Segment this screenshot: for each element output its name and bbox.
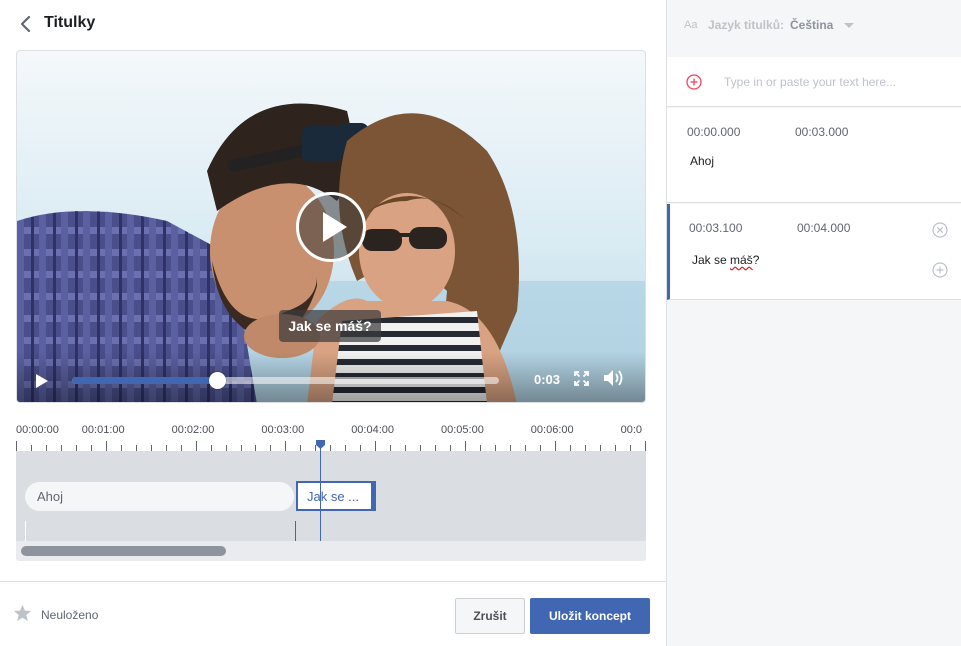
cue-end-time[interactable]: 00:03.000 — [795, 125, 848, 139]
timeline-tick — [106, 441, 107, 451]
volume-icon[interactable] — [603, 369, 625, 387]
cue-text-part: Jak se — [692, 253, 731, 267]
timeline-track[interactable]: Ahoj Jak se ... — [16, 451, 646, 561]
editor-panel: Titulky Jak se máš? 0:03 00:00:00 00:01:… — [0, 0, 666, 646]
timeline-tick — [645, 441, 646, 451]
playhead[interactable] — [320, 442, 321, 541]
caption-entry[interactable]: 00:00.000 00:03.000 Ahoj — [667, 108, 961, 203]
subtitle-preview: Jak se máš? — [279, 310, 381, 342]
page-title: Titulky — [44, 14, 96, 31]
scrollbar-thumb[interactable] — [21, 546, 226, 556]
timeline-scrollbar[interactable] — [16, 541, 646, 561]
video-player[interactable]: Jak se máš? 0:03 — [16, 50, 646, 403]
font-size-icon: Aa — [684, 19, 698, 31]
save-draft-button[interactable]: Uložit koncept — [530, 598, 650, 634]
play-icon[interactable] — [35, 374, 49, 388]
timeline-ruler[interactable]: 00:00:00 00:01:00 00:02:00 00:03:00 00:04:00… — [16, 411, 646, 451]
timeline-tick-label: 00:06:00 — [530, 424, 574, 436]
cue-text[interactable]: Jak se máš? — [692, 253, 759, 267]
add-circle-icon[interactable] — [686, 74, 702, 90]
timeline-tick — [465, 441, 466, 451]
footer: Neuloženo Zrušit Uložit koncept — [0, 581, 666, 646]
cue-text-part: ? — [752, 253, 760, 267]
remove-circle-icon[interactable] — [932, 222, 948, 238]
subtitle-editor: Titulky Jak se máš? 0:03 00:00:00 00:01:… — [0, 0, 961, 646]
cue-start-time[interactable]: 00:00.000 — [687, 125, 740, 139]
captions-sidebar: Aa Jazyk titulků: Čeština 00:00.000 00:0… — [666, 0, 961, 646]
cancel-button[interactable]: Zrušit — [455, 598, 525, 634]
caption-entry-selected[interactable]: 00:03.100 00:04.000 Jak se máš? — [667, 204, 961, 300]
play-icon — [323, 212, 347, 242]
cue-text[interactable]: Ahoj — [690, 154, 714, 168]
seek-bar-progress — [72, 377, 218, 384]
timeline-tick-label: 00:00:00 — [16, 424, 59, 436]
timeline-tick-label: 00:02:00 — [171, 424, 215, 436]
caret-down-icon[interactable] — [844, 23, 854, 28]
timeline-tick-label: 00:0 — [620, 424, 643, 436]
timeline-tick-label: 00:04:00 — [351, 424, 395, 436]
misspelled-word: máš — [730, 253, 753, 267]
star-icon — [13, 604, 32, 622]
header: Titulky — [0, 0, 666, 48]
timeline-tick — [375, 441, 376, 451]
language-value[interactable]: Čeština — [790, 18, 833, 32]
add-circle-icon[interactable] — [932, 262, 948, 278]
language-label: Jazyk titulků: — [708, 18, 785, 32]
save-status: Neuloženo — [41, 608, 99, 622]
timeline-tick-label: 00:05:00 — [441, 424, 484, 436]
timeline-clip-selected[interactable]: Jak se ... — [296, 481, 376, 511]
timeline-tick-label: 00:01:00 — [81, 424, 125, 436]
timeline-tick — [196, 441, 197, 451]
timeline-tick-label: 00:03:00 — [261, 424, 305, 436]
cue-end-time[interactable]: 00:04.000 — [797, 221, 850, 235]
cue-start-time[interactable]: 00:03.100 — [689, 221, 742, 235]
timeline-tick — [285, 441, 286, 451]
language-selector[interactable]: Aa Jazyk titulků: Čeština — [667, 0, 961, 52]
timeline-clip[interactable]: Ahoj — [25, 482, 294, 511]
caption-text-input[interactable] — [724, 72, 944, 92]
timeline[interactable]: 00:00:00 00:01:00 00:02:00 00:03:00 00:04:00… — [16, 411, 646, 561]
new-caption-row — [667, 57, 961, 107]
timeline-tick — [16, 441, 17, 451]
fullscreen-icon[interactable] — [574, 371, 589, 386]
chevron-left-icon[interactable] — [19, 15, 33, 33]
play-button-large[interactable] — [296, 192, 366, 262]
seek-bar[interactable] — [72, 372, 499, 389]
current-time: 0:03 — [534, 372, 561, 387]
timeline-tick — [555, 441, 556, 451]
